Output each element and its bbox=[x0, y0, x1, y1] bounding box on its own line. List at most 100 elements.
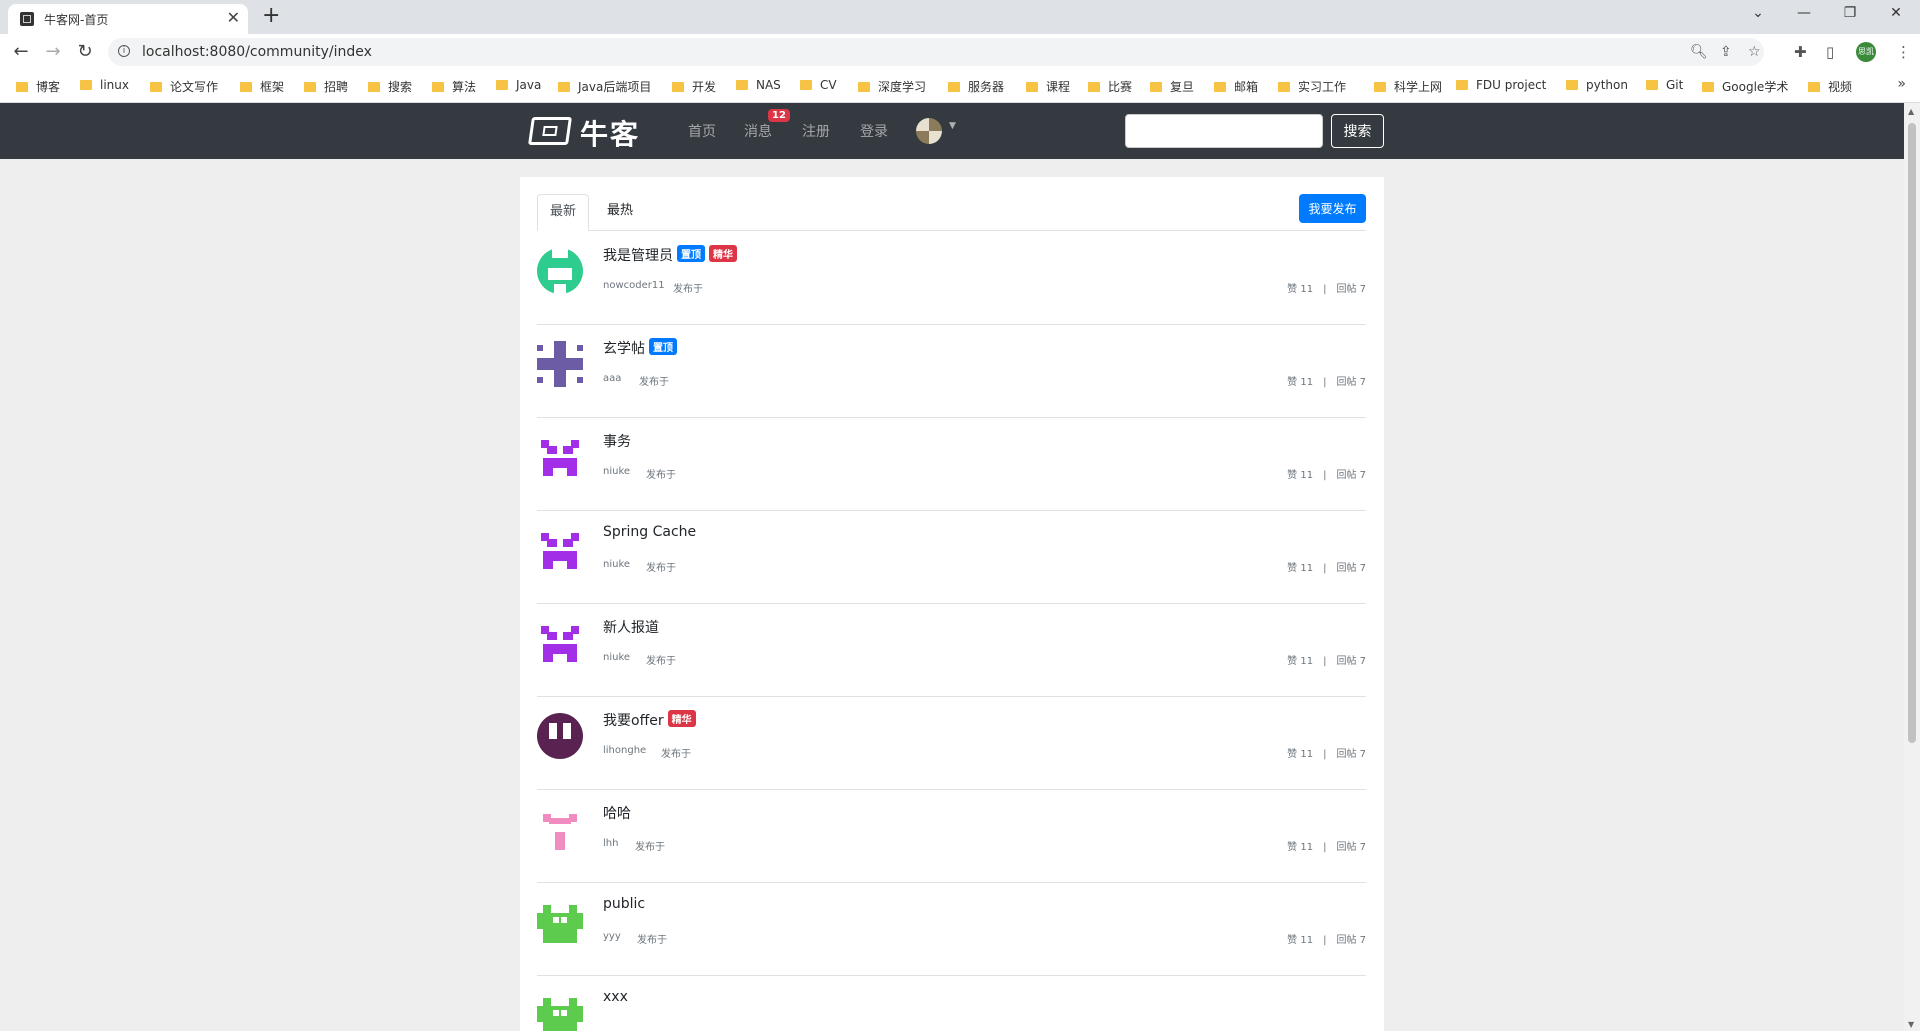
site-info-icon[interactable]: i bbox=[118, 45, 130, 57]
user-dropdown-caret-icon[interactable]: ▼ bbox=[949, 121, 956, 131]
post-stats: 赞 11 | 回帖 7 bbox=[1287, 656, 1366, 667]
post-author[interactable]: niuke bbox=[603, 652, 630, 663]
bookmark-folder[interactable]: 科学上网 bbox=[1374, 78, 1442, 95]
post-item: public yyy 发布于 赞 11 | 回帖 7 bbox=[537, 883, 1366, 976]
post-author[interactable]: lihonghe bbox=[603, 745, 646, 756]
bookmark-folder[interactable]: 课程 bbox=[1026, 78, 1070, 95]
user-avatar-identicon[interactable] bbox=[537, 341, 583, 387]
post-title[interactable]: 玄学帖 置顶 bbox=[603, 338, 677, 358]
bookmark-folder[interactable]: Java后端项目 bbox=[558, 78, 651, 95]
folder-icon bbox=[1374, 82, 1386, 92]
search-input[interactable] bbox=[1125, 114, 1323, 148]
post-title[interactable]: public bbox=[603, 896, 645, 912]
folder-icon bbox=[240, 82, 252, 92]
nav-messages-link[interactable]: 消息 bbox=[744, 121, 772, 141]
bookmark-folder[interactable]: Java bbox=[496, 78, 541, 92]
bookmark-folder[interactable]: Git bbox=[1646, 78, 1683, 92]
user-avatar[interactable] bbox=[916, 118, 942, 144]
post-author[interactable]: niuke bbox=[603, 466, 630, 477]
address-bar[interactable]: i localhost:8080/community/index 🔍︎ ⇪ ☆ bbox=[108, 38, 1764, 66]
bookmark-folder[interactable]: 比赛 bbox=[1088, 78, 1132, 95]
post-title[interactable]: 哈哈 bbox=[603, 803, 631, 823]
restore-icon[interactable]: ❐ bbox=[1840, 5, 1860, 21]
post-author[interactable]: lhh bbox=[603, 838, 618, 849]
folder-icon bbox=[150, 82, 162, 92]
nav-register-link[interactable]: 注册 bbox=[802, 121, 830, 141]
post-time: 发布于 bbox=[646, 563, 676, 574]
like-count: 赞 11 bbox=[1287, 656, 1314, 667]
post-time: 发布于 bbox=[637, 935, 667, 946]
post-title[interactable]: 新人报道 bbox=[603, 617, 659, 637]
user-avatar-identicon[interactable] bbox=[537, 620, 583, 666]
bookmark-folder[interactable]: linux bbox=[80, 78, 129, 92]
scroll-up-arrow-icon[interactable]: ▲ bbox=[1908, 107, 1914, 116]
bookmark-folder[interactable]: 深度学习 bbox=[858, 78, 926, 95]
more-bookmarks-icon[interactable]: » bbox=[1897, 76, 1906, 92]
bookmark-folder[interactable]: 论文写作 bbox=[150, 78, 218, 95]
bookmark-folder[interactable]: 框架 bbox=[240, 78, 284, 95]
bookmark-folder[interactable]: 复旦 bbox=[1150, 78, 1194, 95]
user-avatar-identicon[interactable] bbox=[537, 992, 583, 1031]
bookmark-folder[interactable]: 搜索 bbox=[368, 78, 412, 95]
post-item: xxx bbox=[537, 976, 1366, 1031]
bookmark-folder[interactable]: 招聘 bbox=[304, 78, 348, 95]
bookmark-folder[interactable]: FDU project bbox=[1456, 78, 1546, 92]
bookmark-folder[interactable]: CV bbox=[800, 78, 837, 92]
tab-latest[interactable]: 最新 bbox=[537, 194, 590, 231]
user-avatar-identicon[interactable] bbox=[537, 248, 583, 294]
close-tab-icon[interactable]: ✕ bbox=[227, 8, 240, 27]
forward-icon[interactable]: → bbox=[42, 41, 64, 62]
publish-post-button[interactable]: 我要发布 bbox=[1299, 194, 1366, 223]
user-avatar-identicon[interactable] bbox=[537, 713, 583, 759]
post-title[interactable]: 我是管理员 置顶 精华 bbox=[603, 245, 737, 265]
nav-login-link[interactable]: 登录 bbox=[860, 121, 888, 141]
bookmark-folder[interactable]: python bbox=[1566, 78, 1628, 92]
zoom-icon[interactable]: 🔍︎ bbox=[1690, 44, 1708, 60]
bookmark-folder[interactable]: 博客 bbox=[16, 78, 60, 95]
post-author[interactable]: aaa bbox=[603, 373, 621, 384]
extensions-icon[interactable]: ✚ bbox=[1794, 43, 1807, 61]
search-button[interactable]: 搜索 bbox=[1331, 114, 1384, 148]
share-icon[interactable]: ⇪ bbox=[1720, 44, 1732, 60]
post-author[interactable]: nowcoder11 bbox=[603, 280, 665, 291]
page-scrollbar[interactable]: ▲ ▼ bbox=[1904, 103, 1920, 1031]
post-author[interactable]: yyy bbox=[603, 931, 621, 942]
post-title[interactable]: Spring Cache bbox=[603, 524, 696, 540]
post-author[interactable]: niuke bbox=[603, 559, 630, 570]
scrollbar-thumb[interactable] bbox=[1908, 123, 1916, 743]
profile-avatar[interactable]: 思凯 bbox=[1856, 42, 1876, 62]
bookmark-star-icon[interactable]: ☆ bbox=[1748, 44, 1761, 60]
bookmark-folder[interactable]: 邮箱 bbox=[1214, 78, 1258, 95]
minimize-icon[interactable]: — bbox=[1794, 5, 1814, 21]
tab-hottest[interactable]: 最热 bbox=[595, 194, 645, 230]
like-count: 赞 11 bbox=[1287, 935, 1314, 946]
bookmark-folder[interactable]: NAS bbox=[736, 78, 781, 92]
post-title[interactable]: 事务 bbox=[603, 431, 631, 451]
user-avatar-identicon[interactable] bbox=[537, 434, 583, 480]
bookmark-folder[interactable]: 视频 bbox=[1808, 78, 1852, 95]
user-avatar-identicon[interactable] bbox=[537, 527, 583, 573]
bookmark-folder[interactable]: 开发 bbox=[672, 78, 716, 95]
new-tab-icon[interactable]: + bbox=[262, 3, 280, 28]
url-text[interactable]: localhost:8080/community/index bbox=[142, 44, 372, 60]
user-avatar-identicon[interactable] bbox=[537, 806, 583, 852]
menu-kebab-icon[interactable]: ⋮ bbox=[1896, 43, 1911, 61]
bookmark-folder[interactable]: 实习工作 bbox=[1278, 78, 1346, 95]
back-icon[interactable]: ← bbox=[10, 41, 32, 62]
scroll-down-arrow-icon[interactable]: ▼ bbox=[1908, 1020, 1914, 1029]
bookmark-folder[interactable]: Google学术 bbox=[1702, 78, 1788, 95]
reply-count: 回帖 7 bbox=[1336, 656, 1366, 667]
bookmark-folder[interactable]: 算法 bbox=[432, 78, 476, 95]
side-panel-icon[interactable]: ▯ bbox=[1826, 43, 1834, 61]
close-window-icon[interactable]: ✕ bbox=[1886, 5, 1906, 21]
tab-search-chevron-icon[interactable]: ⌄ bbox=[1748, 5, 1768, 21]
like-count: 赞 11 bbox=[1287, 842, 1314, 853]
user-avatar-identicon[interactable] bbox=[537, 899, 583, 945]
post-title[interactable]: xxx bbox=[603, 989, 628, 1005]
browser-tab[interactable]: 牛客网-首页 ✕ bbox=[8, 4, 248, 34]
post-title[interactable]: 我要offer 精华 bbox=[603, 710, 696, 730]
bookmark-folder[interactable]: 服务器 bbox=[948, 78, 1004, 95]
reload-icon[interactable]: ↻ bbox=[74, 41, 96, 62]
like-count: 赞 11 bbox=[1287, 284, 1314, 295]
nav-home-link[interactable]: 首页 bbox=[688, 121, 716, 141]
